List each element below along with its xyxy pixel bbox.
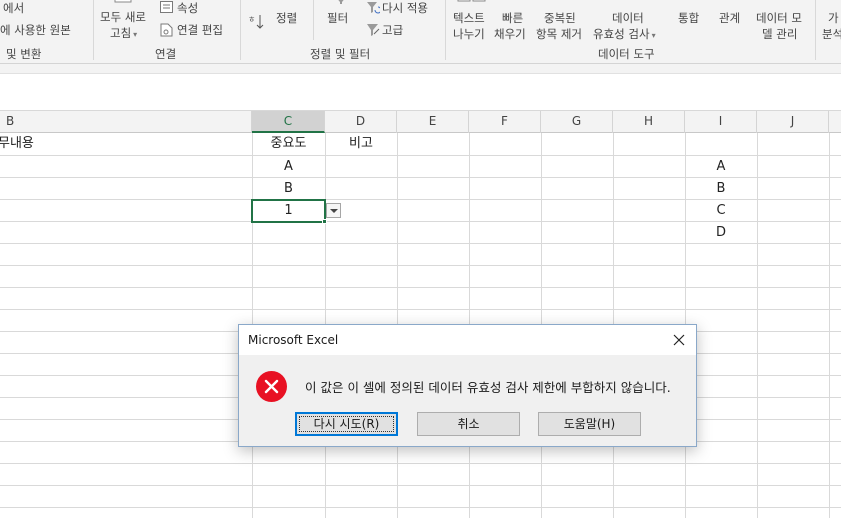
- flash-fill-button-line2[interactable]: 채우기: [494, 27, 526, 41]
- get-transform-group-label: 및 변환: [6, 47, 42, 61]
- column-header-f[interactable]: F: [469, 111, 541, 133]
- ribbon-bottom-strip: [0, 64, 841, 74]
- error-icon: [256, 371, 287, 402]
- cell-c3[interactable]: B: [252, 178, 325, 200]
- advanced-filter-button[interactable]: 고급: [382, 23, 403, 37]
- remove-duplicates-button-line2[interactable]: 항목 제거: [536, 27, 582, 41]
- recent-sources-button[interactable]: 에 사용한 원본: [0, 23, 71, 37]
- flash-fill-button[interactable]: 빠른: [502, 11, 523, 25]
- validation-error-dialog: Microsoft Excel 이 값은 이 셀에 정의된 데이터 유효성 검사…: [238, 324, 697, 447]
- sort-button[interactable]: 정렬: [276, 11, 297, 25]
- text-to-columns-button-line2[interactable]: 나누기: [453, 27, 485, 41]
- ribbon-separator: [93, 0, 94, 60]
- cell-d1[interactable]: 비고: [325, 133, 397, 155]
- retry-button-label: 다시 시도(R): [313, 417, 380, 431]
- ribbon-separator: [815, 0, 816, 60]
- data-validation-button-line2[interactable]: 유효성 검사 ▾: [593, 27, 656, 43]
- fill-handle[interactable]: [322, 219, 327, 224]
- cell-c2[interactable]: A: [252, 156, 325, 178]
- connections-group-label: 연결: [155, 47, 177, 61]
- chevron-down-icon: ▾: [651, 31, 656, 40]
- close-icon[interactable]: [670, 331, 688, 349]
- cell-i3[interactable]: B: [685, 178, 757, 200]
- filter-button[interactable]: 필터: [327, 11, 348, 25]
- cell-i5[interactable]: D: [685, 222, 757, 244]
- reapply-icon: [366, 1, 380, 14]
- ribbon-separator: [445, 0, 446, 60]
- edit-links-icon: [160, 23, 173, 37]
- sort-filter-group-label: 정렬 및 필터: [310, 47, 371, 61]
- remove-duplicates-button[interactable]: 중복된: [544, 11, 576, 25]
- cancel-button[interactable]: 취소: [417, 412, 520, 436]
- advanced-filter-icon: [366, 23, 380, 37]
- chevron-down-icon: ▾: [133, 30, 138, 39]
- column-headers: B C D E F G H I J: [0, 111, 841, 133]
- properties-button[interactable]: 속성: [177, 1, 198, 15]
- column-header-e[interactable]: E: [397, 111, 469, 133]
- ribbon-from-source-label[interactable]: 에서: [3, 1, 24, 15]
- svg-text:ㅎ: ㅎ: [248, 15, 255, 24]
- data-tools-group-label: 데이터 도구: [598, 47, 655, 61]
- column-header-b[interactable]: B: [0, 111, 252, 133]
- cell-i2[interactable]: A: [685, 156, 757, 178]
- dialog-message: 이 값은 이 셀에 정의된 데이터 유효성 검사 제한에 부합하지 않습니다.: [305, 380, 671, 395]
- column-header-d[interactable]: D: [325, 111, 397, 133]
- column-header-h[interactable]: H: [613, 111, 685, 133]
- sort-icon: ㅎ: [248, 13, 264, 31]
- refresh-all-button-line2[interactable]: 고침 ▾: [110, 26, 137, 42]
- ribbon-separator: [313, 0, 314, 40]
- column-header-c[interactable]: C: [252, 111, 325, 133]
- dialog-titlebar[interactable]: Microsoft Excel: [239, 325, 696, 355]
- what-if-analysis-button-line2[interactable]: 분석: [822, 27, 841, 41]
- refresh-icon: [113, 0, 137, 4]
- ribbon: 에서 에 사용한 원본 및 변환 모두 새로 고침 ▾ 속성 연결 편집 연결 ㅎ…: [0, 0, 841, 64]
- filter-icon: [334, 0, 348, 4]
- retry-button[interactable]: 다시 시도(R): [295, 412, 398, 436]
- formula-bar-area: [0, 75, 841, 111]
- consolidate-button[interactable]: 통합: [678, 11, 699, 25]
- relationships-button[interactable]: 관계: [719, 11, 740, 25]
- cell-i4[interactable]: C: [685, 200, 757, 222]
- text-to-columns-button[interactable]: 텍스트: [453, 11, 485, 25]
- cancel-button-label: 취소: [457, 417, 480, 431]
- column-header-j[interactable]: J: [757, 111, 829, 133]
- refresh-all-button[interactable]: 모두 새로: [100, 10, 146, 24]
- data-validation-button[interactable]: 데이터: [612, 11, 644, 25]
- dialog-title: Microsoft Excel: [248, 333, 339, 347]
- reapply-button[interactable]: 다시 적용: [382, 1, 428, 15]
- cell-c1[interactable]: 중요도: [252, 133, 325, 155]
- cell-b1[interactable]: 무내용: [0, 133, 248, 155]
- properties-icon: [160, 1, 173, 13]
- data-model-button-line2[interactable]: 델 관리: [762, 27, 797, 41]
- text-to-columns-icon: [457, 0, 487, 3]
- active-cell-selection[interactable]: [251, 199, 326, 223]
- help-button[interactable]: 도움말(H): [538, 412, 641, 436]
- column-header-g[interactable]: G: [541, 111, 613, 133]
- help-button-label: 도움말(H): [563, 417, 616, 431]
- data-model-button[interactable]: 데이터 모: [756, 11, 802, 25]
- what-if-analysis-button[interactable]: 가: [828, 11, 839, 25]
- dropdown-arrow-icon[interactable]: [326, 203, 341, 218]
- column-header-k[interactable]: [829, 111, 841, 133]
- ribbon-separator: [240, 0, 241, 60]
- column-header-i[interactable]: I: [685, 111, 757, 133]
- edit-links-button[interactable]: 연결 편집: [177, 23, 223, 37]
